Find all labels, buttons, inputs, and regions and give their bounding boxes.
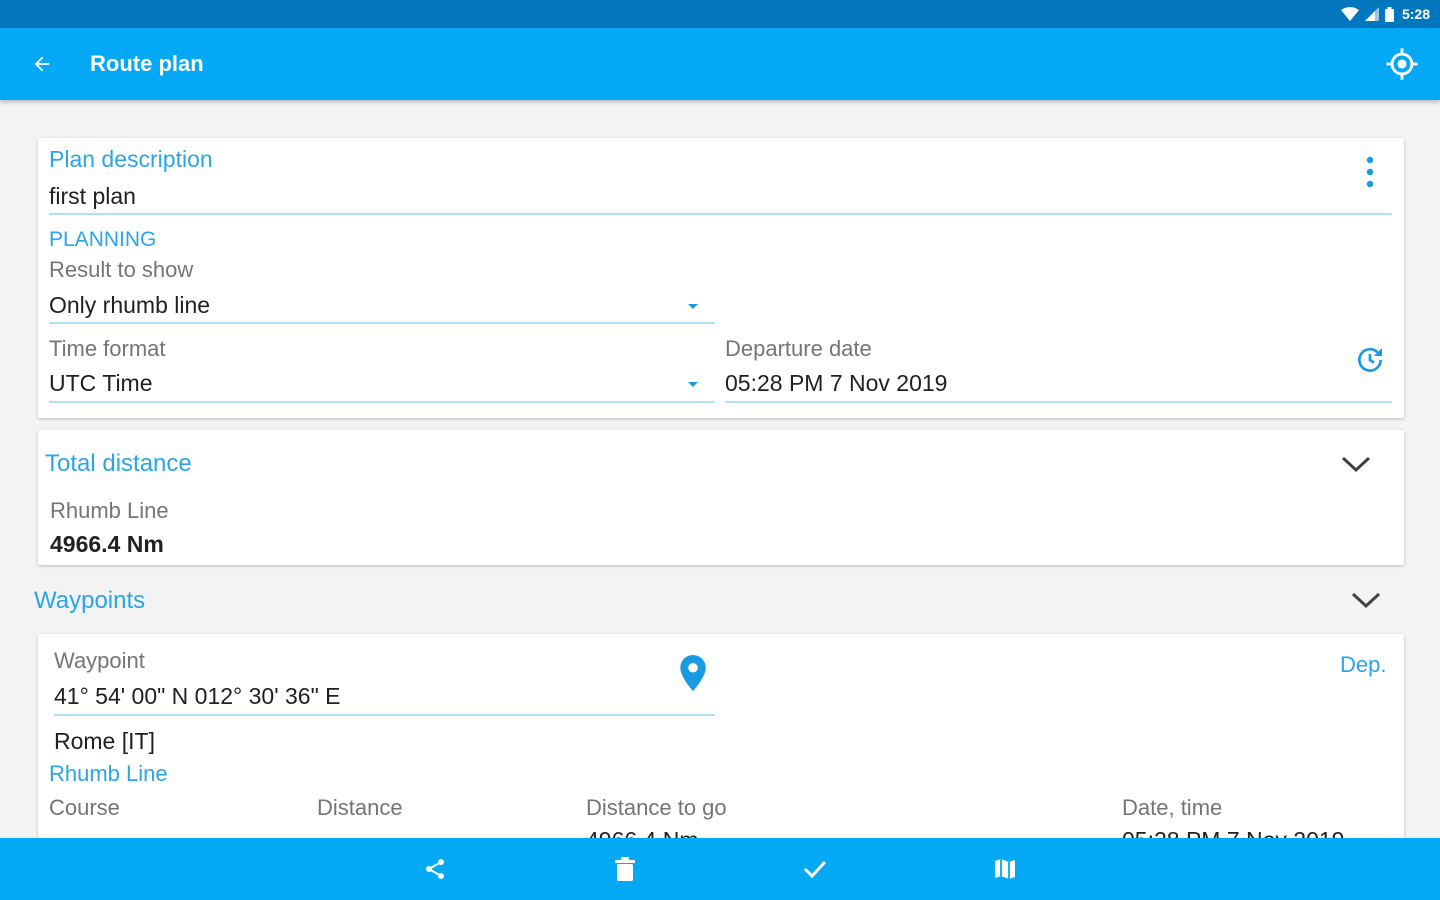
- departure-date-underline: [725, 401, 1392, 403]
- waypoint-card[interactable]: Waypoint 41° 54' 00" N 012° 30' 36" E De…: [38, 634, 1404, 838]
- date-time-value: 05:28 PM 7 Nov 2019: [1122, 827, 1344, 838]
- confirm-button[interactable]: [795, 849, 835, 889]
- wifi-icon: [1340, 7, 1359, 21]
- time-format-select[interactable]: UTC Time: [49, 368, 715, 402]
- chevron-down-icon: [1351, 592, 1381, 609]
- check-icon: [803, 860, 827, 878]
- result-to-show-value: Only rhumb line: [49, 292, 211, 318]
- plan-card: Plan description first plan PLANNING Res…: [38, 138, 1404, 418]
- waypoint-coords-input[interactable]: 41° 54' 00" N 012° 30' 36" E: [54, 683, 340, 710]
- plan-description-input[interactable]: first plan: [49, 183, 136, 210]
- waypoint-coords-underline: [54, 714, 715, 716]
- time-format-underline: [49, 401, 715, 403]
- more-vert-icon: [1366, 156, 1374, 188]
- waypoint-pin-button[interactable]: [674, 652, 712, 694]
- delete-button[interactable]: [605, 849, 645, 889]
- distance-to-go-column-label: Distance to go: [586, 795, 727, 820]
- result-to-show-select[interactable]: Only rhumb line: [49, 288, 715, 324]
- refresh-clock-icon: [1358, 347, 1382, 372]
- chevron-down-icon: [688, 304, 698, 309]
- map-button[interactable]: [985, 849, 1025, 889]
- waypoint-label: Waypoint: [54, 648, 145, 673]
- arrow-back-icon: [34, 56, 50, 72]
- app-bar: Route plan: [0, 28, 1440, 100]
- distance-to-go-value: 4966.4 Nm: [586, 827, 699, 838]
- departure-date-label: Departure date: [725, 336, 872, 361]
- locate-button[interactable]: [1382, 44, 1422, 84]
- plan-description-underline: [49, 213, 1392, 215]
- waypoint-place: Rome [IT]: [54, 728, 155, 754]
- delete-icon: [615, 857, 635, 881]
- page-title: Route plan: [90, 51, 204, 76]
- distance-expand-button[interactable]: [1336, 446, 1376, 482]
- content-area[interactable]: Plan description first plan PLANNING Res…: [0, 100, 1440, 838]
- share-button[interactable]: [415, 849, 455, 889]
- planning-section-label: PLANNING: [49, 228, 157, 251]
- back-button[interactable]: [22, 44, 62, 84]
- total-distance-value: 4966.4 Nm: [50, 531, 164, 557]
- gps-locate-icon: [1386, 48, 1418, 80]
- total-distance-title: Total distance: [45, 450, 192, 477]
- share-icon: [426, 859, 444, 879]
- waypoints-title: Waypoints: [34, 587, 146, 614]
- total-distance-card: Total distance Rhumb Line 4966.4 Nm: [38, 430, 1404, 565]
- cell-signal-icon: [1364, 7, 1379, 21]
- departure-tag: Dep.: [1340, 652, 1387, 677]
- waypoints-expand-button[interactable]: [1346, 582, 1386, 618]
- date-time-column-label: Date, time: [1122, 795, 1223, 820]
- chevron-down-icon: [1341, 456, 1371, 473]
- time-format-label: Time format: [49, 336, 166, 361]
- chevron-down-icon: [688, 382, 698, 387]
- departure-date-input[interactable]: 05:28 PM 7 Nov 2019: [725, 370, 947, 397]
- battery-icon: [1384, 6, 1394, 22]
- plan-description-label: Plan description: [49, 146, 213, 172]
- map-pin-icon: [680, 655, 706, 691]
- status-bar: 5:28: [0, 0, 1440, 28]
- more-options-button[interactable]: [1356, 152, 1384, 192]
- course-column-label: Course: [49, 795, 120, 820]
- distance-column-label: Distance: [317, 795, 403, 820]
- reset-departure-button[interactable]: [1350, 340, 1390, 380]
- bottom-action-bar: [0, 838, 1440, 900]
- rhumb-line-label: Rhumb Line: [50, 498, 169, 523]
- result-to-show-underline: [49, 322, 715, 324]
- result-to-show-label: Result to show: [49, 257, 194, 282]
- time-format-value: UTC Time: [49, 370, 153, 396]
- rhumb-line-section-label: Rhumb Line: [49, 761, 168, 786]
- status-time: 5:28: [1401, 6, 1430, 22]
- map-icon: [995, 859, 1015, 879]
